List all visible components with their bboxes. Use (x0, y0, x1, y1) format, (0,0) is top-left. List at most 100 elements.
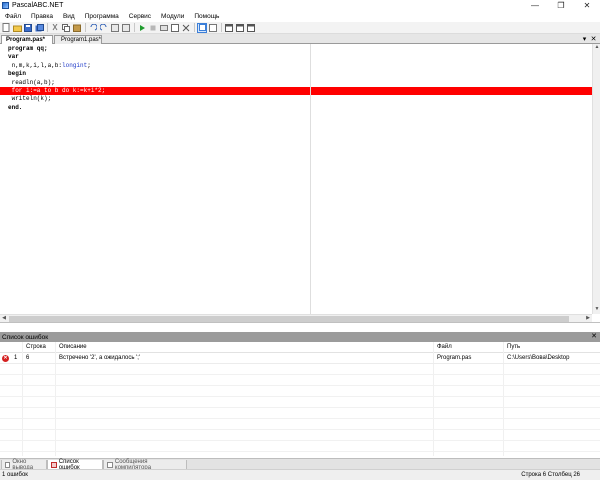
step-icon[interactable] (170, 23, 180, 33)
column-path[interactable]: Путь (507, 344, 520, 350)
editor-tab-strip: Program.pas* Program1.pas* ▾ ✕ (0, 34, 600, 44)
code-keyword: program qq; (8, 45, 48, 52)
error-description: Встречено '2', а ожидалось ';' (59, 355, 141, 361)
app-icon (2, 2, 9, 9)
error-line: 6 (26, 355, 30, 361)
open-folder-icon[interactable] (12, 23, 22, 33)
menu-item-file[interactable]: Файл (0, 13, 26, 20)
empty-row (0, 408, 600, 419)
menu-item-modules[interactable]: Модули (156, 13, 189, 20)
new-file-icon[interactable] (1, 23, 11, 33)
cut-icon[interactable] (50, 23, 60, 33)
column-file[interactable]: Файл (437, 344, 452, 350)
error-panel-header: Список ошибок ✕ (0, 332, 600, 342)
layout-toggle-icon[interactable] (197, 22, 207, 33)
code-keyword: begin (8, 70, 27, 78)
error-path: C:\Users\Вова\Desktop (507, 355, 570, 361)
close-tab-icon[interactable]: ✕ (589, 35, 598, 43)
replace-icon[interactable] (121, 23, 131, 33)
empty-row (0, 441, 600, 452)
copy-icon[interactable] (61, 23, 71, 33)
code-text: writeln(k); (8, 95, 52, 103)
tab-controls: ▾ ✕ (580, 34, 598, 44)
find-icon[interactable] (110, 23, 120, 33)
toolbar-separator (85, 23, 86, 32)
menu-item-program[interactable]: Программа (80, 13, 124, 20)
menu-item-edit[interactable]: Правка (26, 13, 58, 20)
code-line-error-highlight[interactable]: for i:=a to b do k:=k+i*2; (0, 87, 592, 95)
toolbar-separator (134, 23, 135, 32)
error-panel-title: Список ошибок (2, 333, 49, 341)
code-editor[interactable]: program qq; var n,m,k,i,l,a,b:longint; beg… (0, 44, 600, 323)
empty-row (0, 397, 600, 408)
error-file: Program.pas (437, 355, 472, 361)
toolbar-separator (47, 23, 48, 32)
stop-icon[interactable] (148, 23, 158, 33)
empty-row (0, 375, 600, 386)
scroll-right-icon[interactable]: ▶ (584, 315, 592, 323)
code-line[interactable]: var (0, 53, 592, 61)
format-icon[interactable] (208, 23, 218, 33)
scroll-up-icon[interactable]: ▲ (593, 44, 600, 52)
menu-item-view[interactable]: Вид (58, 13, 80, 20)
tab-list-icon[interactable]: ▾ (580, 35, 589, 43)
code-line[interactable]: writeln(k); (0, 95, 592, 103)
error-list: Строка Описание Файл Путь ✕ 1 6 Встречен… (0, 342, 600, 456)
empty-row (0, 430, 600, 441)
column-line[interactable]: Строка (26, 344, 46, 350)
menu-bar: Файл Правка Вид Программа Сервис Модули … (0, 11, 600, 22)
horizontal-scrollbar[interactable]: ◀ ▶ (0, 314, 592, 322)
empty-row (0, 364, 600, 375)
minimize-icon[interactable]: — (522, 0, 548, 11)
error-count-status: 1 ошибок (2, 472, 28, 478)
compile-icon[interactable] (159, 23, 169, 33)
code-text: for i:=a to b do k:=k+i*2; (8, 87, 106, 94)
debug-icon[interactable] (181, 23, 191, 33)
undo-icon[interactable] (88, 23, 98, 33)
toolbar-separator (221, 23, 222, 32)
settings-icon[interactable] (246, 23, 256, 33)
scroll-left-icon[interactable]: ◀ (0, 315, 8, 323)
error-row[interactable]: ✕ 1 6 Встречено '2', а ожидалось ';' Pro… (0, 353, 600, 364)
column-description[interactable]: Описание (59, 344, 87, 350)
close-icon[interactable]: ✕ (574, 0, 600, 11)
compiler-messages-icon (107, 461, 113, 468)
save-icon[interactable] (23, 23, 33, 33)
cursor-position-status: Строка 6 Столбец 26 (521, 472, 580, 478)
code-text: n,m,k,i,l,a,b: (8, 61, 63, 69)
title-bar: PascalABC.NET — ❐ ✕ (0, 0, 600, 11)
scroll-down-icon[interactable]: ▼ (593, 306, 600, 314)
code-text: readln(a,b); (8, 78, 55, 86)
code-line[interactable]: program qq; (0, 45, 592, 53)
code-area[interactable]: program qq; var n,m,k,i,l,a,b:longint; beg… (0, 45, 592, 313)
code-line[interactable]: end. (0, 104, 592, 112)
redo-icon[interactable] (99, 23, 109, 33)
error-number: 1 (14, 355, 18, 361)
menu-item-help[interactable]: Помощь (189, 13, 224, 20)
vertical-scrollbar[interactable]: ▲ ▼ (592, 44, 600, 314)
tab-program-pas[interactable]: Program.pas* (1, 35, 53, 44)
maximize-icon[interactable]: ❐ (548, 0, 574, 11)
tab-label: Program.pas* (6, 37, 46, 43)
code-keyword: end. (8, 103, 23, 111)
window-controls: — ❐ ✕ (522, 0, 600, 11)
output-icon[interactable] (235, 23, 245, 33)
toolbar-separator (194, 23, 195, 32)
paste-icon[interactable] (72, 23, 82, 33)
window-title: PascalABC.NET (12, 2, 64, 9)
scroll-thumb[interactable] (9, 316, 569, 322)
tab-program1-pas[interactable]: Program1.pas* (54, 35, 102, 44)
close-panel-icon[interactable]: ✕ (591, 332, 597, 340)
menu-item-service[interactable]: Сервис (124, 13, 156, 20)
error-list-header: Строка Описание Файл Путь (0, 342, 600, 353)
code-text: ; (87, 61, 91, 69)
code-line[interactable]: n,m,k,i,l,a,b:longint; (0, 62, 592, 70)
error-icon: ✕ (2, 355, 9, 362)
right-margin-line (310, 44, 311, 314)
code-line[interactable]: readln(a,b); (0, 79, 592, 87)
save-all-icon[interactable] (34, 23, 44, 33)
run-icon[interactable] (137, 23, 147, 33)
bottom-panel-tabs: Окно вывода Список ошибок Сообщения комп… (0, 458, 600, 471)
code-line[interactable]: begin (0, 70, 592, 78)
window-icon[interactable] (224, 23, 234, 33)
